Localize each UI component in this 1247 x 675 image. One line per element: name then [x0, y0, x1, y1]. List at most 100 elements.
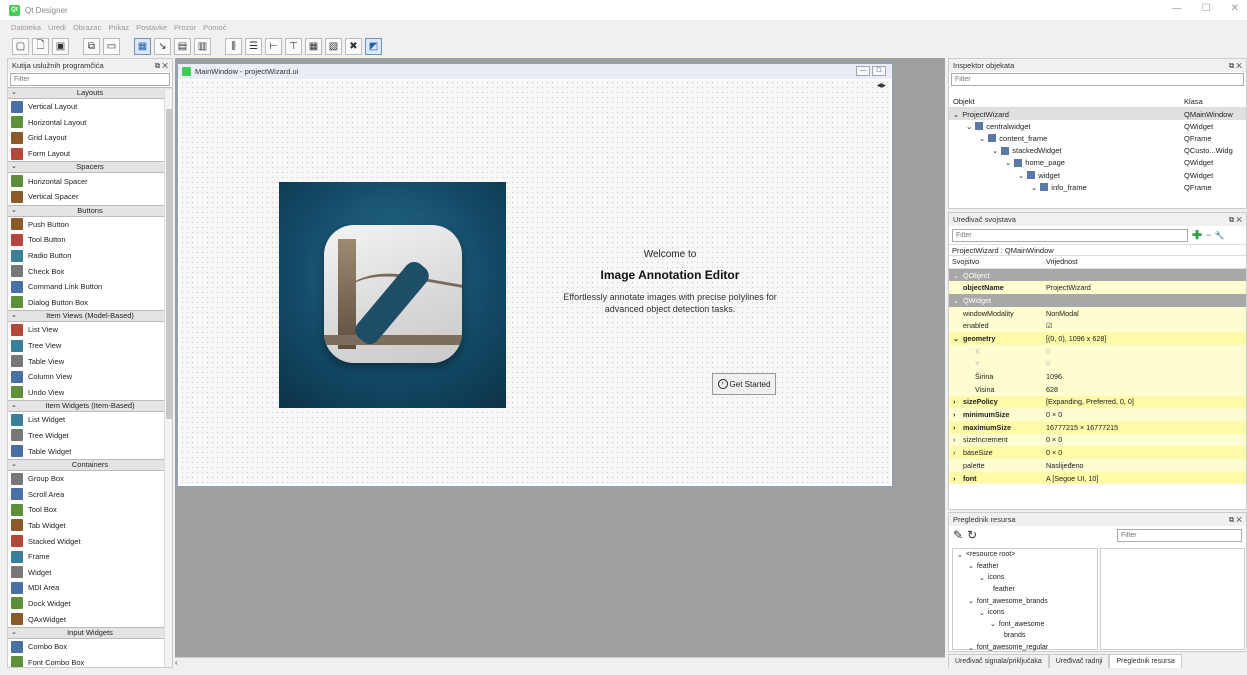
widget-item[interactable]: QAxWidget [8, 611, 172, 627]
widget-item[interactable]: MDI Area [8, 580, 172, 596]
chevron-down-icon[interactable]: ⌄ [1031, 183, 1037, 192]
minimize-icon[interactable]: — [1172, 3, 1182, 14]
dock-tab[interactable]: Preglednik resursa [1109, 654, 1182, 668]
reload-icon[interactable]: ↻ [967, 528, 977, 542]
chevron-down-icon[interactable]: ⌄ [990, 620, 996, 628]
property-value[interactable]: ProjectWizard [1044, 283, 1246, 292]
save-icon[interactable]: ▣ [52, 37, 69, 55]
chevron-down-icon[interactable]: ⌄ [979, 609, 985, 617]
layout-grid-icon[interactable]: ▦ [305, 37, 322, 55]
property-row[interactable]: Širina 1096 [949, 370, 1246, 383]
edit-widgets-icon[interactable]: ▦ [134, 37, 151, 55]
widget-item[interactable]: Frame [8, 549, 172, 565]
widget-item[interactable]: Command Link Button [8, 279, 172, 295]
layout-vsplitter-icon[interactable]: ⊤ [285, 37, 302, 55]
widget-item[interactable]: Form Layout [8, 146, 172, 162]
break-layout-icon[interactable]: ✖ [345, 37, 362, 55]
property-value[interactable]: 0 [1044, 359, 1246, 368]
property-row[interactable]: ⌄ QObject [949, 268, 1246, 282]
widget-category-header[interactable]: ⌄ Buttons [8, 204, 172, 217]
widget-item[interactable]: Tab Widget [8, 518, 172, 534]
widget-item[interactable]: Grid Layout [8, 130, 172, 146]
property-value[interactable]: 0 × 0 [1044, 410, 1246, 419]
widget-category-header[interactable]: ⌄ Input Widgets [8, 626, 172, 639]
paste-icon[interactable]: ▭ [103, 37, 120, 55]
widget-item[interactable]: Push Button [8, 217, 172, 233]
resource-tree-row[interactable]: feather [953, 584, 1097, 596]
resource-tree-row[interactable]: ⌄ font_awesome [953, 619, 1097, 631]
menu-item[interactable]: Datoteka [11, 23, 41, 32]
arrows-icon[interactable]: ◀▶ [877, 82, 886, 89]
object-tree-row[interactable]: ⌄ stackedWidget QCusto...Widg [949, 145, 1246, 157]
widget-item[interactable]: Undo View [8, 385, 172, 401]
chevron-down-icon[interactable]: ⌄ [957, 551, 963, 559]
chevron-down-icon[interactable]: ⌄ [966, 122, 972, 131]
form-canvas[interactable]: ◀▶ Welcome to Image Annotation Editor Ef… [180, 80, 890, 484]
object-tree-row[interactable]: ⌄ widget QWidget [949, 169, 1246, 181]
edit-resources-icon[interactable]: ✎ [953, 528, 963, 542]
property-row[interactable]: › sizePolicy [Expanding, Preferred, 0, 0] [949, 395, 1246, 409]
widget-item[interactable]: Column View [8, 369, 172, 385]
add-dynamic-property-icon[interactable]: ✚ [1192, 228, 1202, 242]
widget-item[interactable]: List Widget [8, 412, 172, 428]
dock-float-close-icon[interactable]: ⧉ ✕ [1229, 215, 1242, 225]
column-object[interactable]: Objekt [949, 97, 1184, 106]
chevron-down-icon[interactable]: ⌄ [1005, 158, 1011, 167]
widget-item[interactable]: Stacked Widget [8, 533, 172, 549]
resource-tree-row[interactable]: ⌄ font_awesome_brands [953, 595, 1097, 607]
inspector-filter-input[interactable] [951, 73, 1244, 86]
property-value[interactable]: [(0, 0), 1096 x 628] [1044, 334, 1246, 343]
widget-filter-input[interactable] [10, 73, 170, 86]
widget-item[interactable]: Widget [8, 564, 172, 580]
adjust-size-icon[interactable]: ◩ [365, 37, 382, 55]
maximize-icon[interactable]: ☐ [1202, 3, 1211, 14]
layout-form-icon[interactable]: ▧ [325, 37, 342, 55]
object-tree-row[interactable]: ⌄ ProjectWizard QMainWindow [949, 108, 1246, 121]
copy-icon[interactable]: ⧉ [83, 37, 100, 55]
resource-tree-row[interactable]: ⌄ font_awesome_regular [953, 642, 1097, 651]
property-row[interactable]: › baseSize 0 × 0 [949, 446, 1246, 459]
resource-tree-row[interactable]: ⌄ icons [953, 572, 1097, 584]
property-value[interactable]: A [Segoe UI, 10] [1044, 474, 1246, 483]
property-filter-input[interactable] [952, 228, 1188, 242]
menu-item[interactable]: Prozor [174, 23, 196, 32]
chevron-down-icon[interactable]: ⌄ [1018, 171, 1024, 180]
column-class[interactable]: Klasa [1184, 97, 1246, 106]
property-row[interactable]: windowModality NonModal [949, 306, 1246, 320]
property-value[interactable]: Naslijeđeno [1044, 461, 1246, 470]
widget-item[interactable]: Check Box [8, 263, 172, 279]
get-started-button[interactable]: › Get Started [712, 373, 776, 395]
chevron-right-icon[interactable]: › [953, 423, 955, 432]
widget-item[interactable]: Group Box [8, 471, 172, 487]
property-row[interactable]: › minimumSize 0 × 0 [949, 408, 1246, 421]
edit-buddies-icon[interactable]: ▤ [174, 37, 191, 55]
dock-float-close-icon[interactable]: ⧉ ✕ [1229, 515, 1242, 525]
property-row[interactable]: enabled ☑ [949, 319, 1246, 333]
property-row[interactable]: ⌄ geometry [(0, 0), 1096 x 628] [949, 332, 1246, 345]
dock-tab[interactable]: Uređivač signala/priključaka [948, 654, 1049, 668]
layout-hsplitter-icon[interactable]: ⊢ [265, 37, 282, 55]
chevron-down-icon[interactable]: ⌄ [968, 562, 974, 570]
property-row[interactable]: objectName ProjectWizard [949, 281, 1246, 295]
widget-item[interactable]: Dock Widget [8, 596, 172, 612]
widget-item[interactable]: Vertical Spacer [8, 189, 172, 205]
resource-tree-row[interactable]: brands [953, 630, 1097, 642]
form-maximize-icon[interactable]: ☐ [872, 66, 886, 76]
open-file-icon[interactable]: 🗋 [32, 37, 49, 55]
menu-item[interactable]: Obrazac [73, 23, 101, 32]
resource-filter-input[interactable] [1117, 529, 1242, 542]
property-value[interactable]: [Expanding, Preferred, 0, 0] [1044, 397, 1246, 406]
chevron-down-icon[interactable]: ⌄ [968, 597, 974, 605]
chevron-right-icon[interactable]: › [953, 410, 955, 419]
property-row[interactable]: › maximumSize 16777215 × 16777215 [949, 420, 1246, 434]
property-value[interactable]: 0 × 0 [1044, 435, 1246, 444]
chevron-down-icon[interactable]: ⌄ [979, 134, 985, 143]
property-value[interactable]: 0 × 0 [1044, 448, 1246, 457]
widget-category-header[interactable]: ⌄ Containers [8, 458, 172, 471]
widget-box-scrollbar[interactable] [164, 89, 172, 667]
widget-item[interactable]: Table View [8, 353, 172, 369]
chevron-right-icon[interactable]: › [953, 448, 955, 457]
property-value[interactable]: ☑ [1044, 321, 1246, 330]
object-tree-row[interactable]: ⌄ info_frame QFrame [949, 181, 1246, 193]
chevron-right-icon[interactable]: › [953, 474, 955, 483]
